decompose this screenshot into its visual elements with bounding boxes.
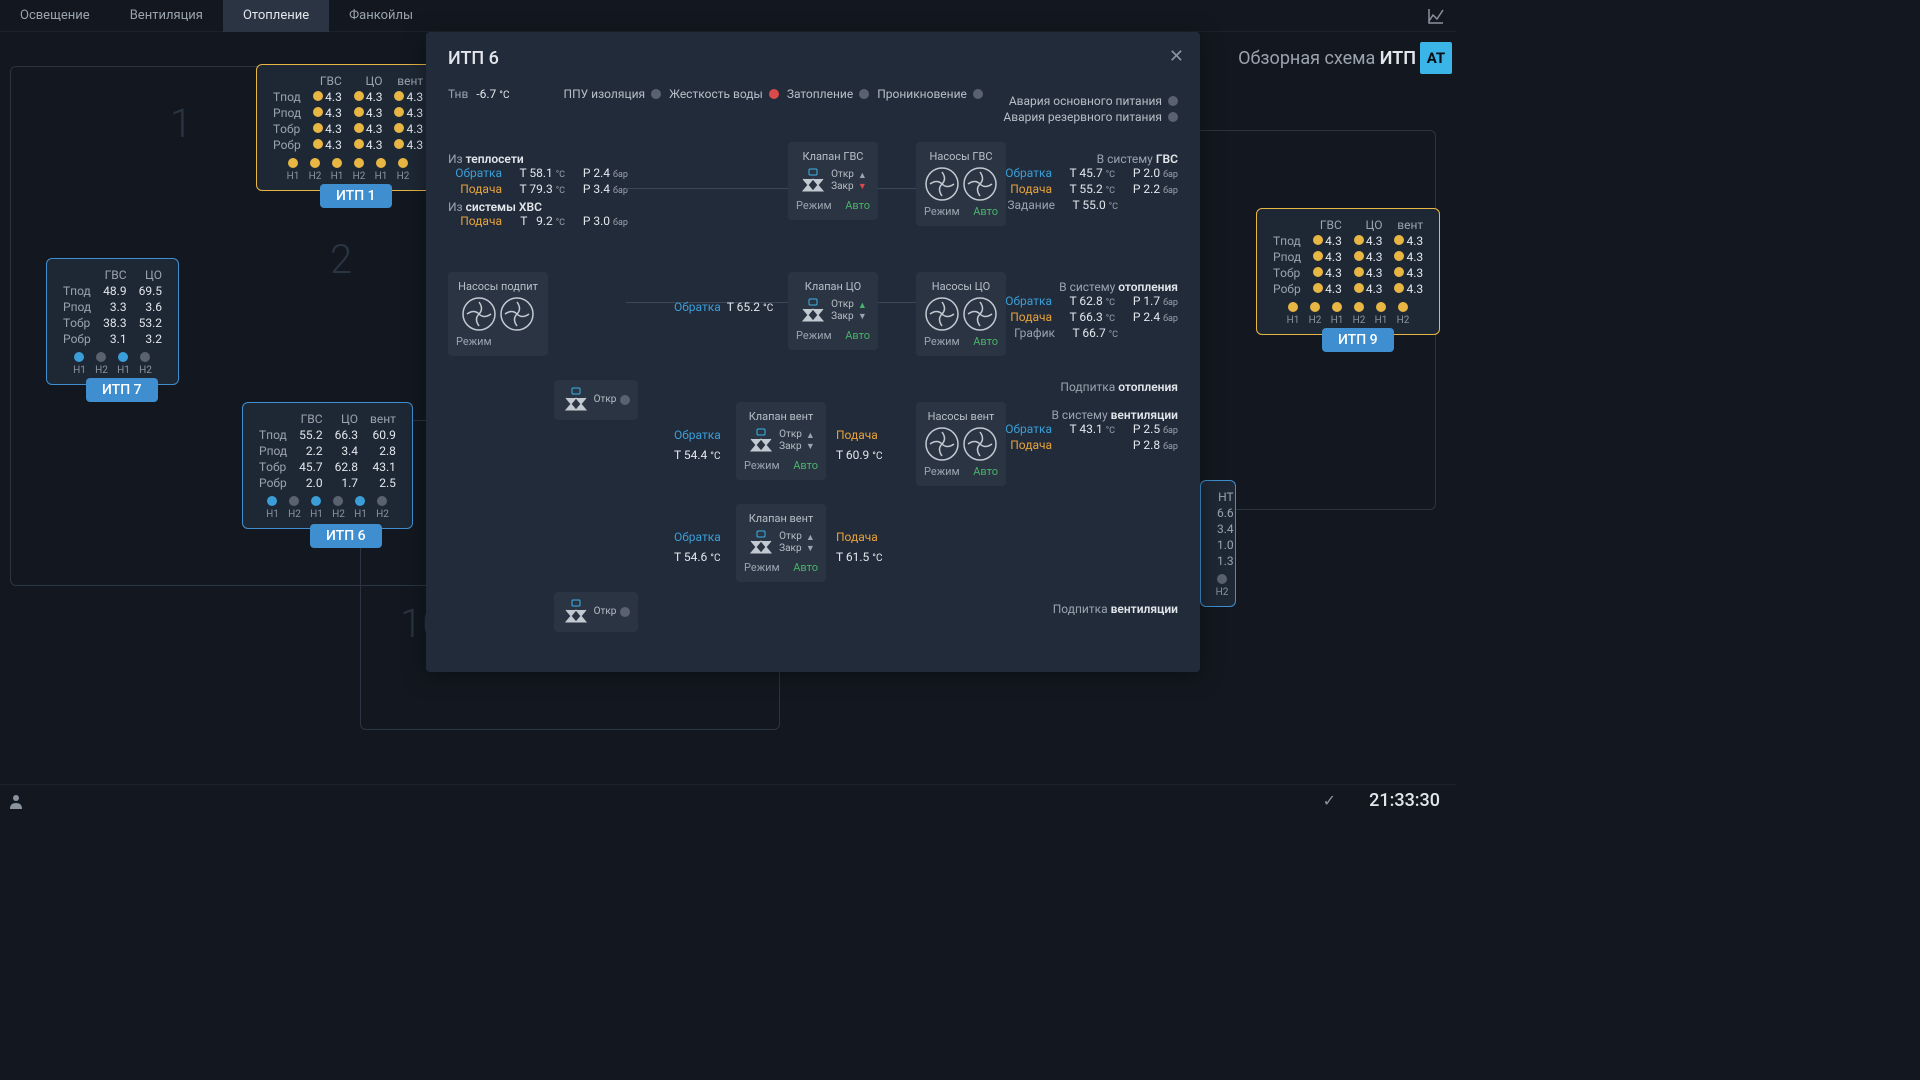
itp-nt-partial[interactable]: НТ 6.6 3.4 1.0 1.3 Н2 [1200, 480, 1236, 607]
zone-1: 1 [170, 100, 192, 147]
close-icon[interactable]: ✕ [1169, 46, 1184, 67]
valve-icon [747, 529, 775, 557]
itp6-modal: ИТП 6 ✕ Тнв -6.7 °C ППУ изоляция Жесткос… [426, 32, 1200, 672]
valve-open-2[interactable]: Откр [554, 592, 638, 632]
itp7-card[interactable]: ГВСЦО Tпод48.969.5 Pпод3.33.6 Tобр38.353… [46, 258, 179, 385]
fan-icon [925, 297, 959, 331]
zone-2: 2 [330, 236, 352, 283]
itp9-label[interactable]: ИТП 9 [1322, 328, 1394, 352]
valve-icon [799, 167, 827, 195]
makeup-vent: Подпитка вентиляции [1053, 602, 1178, 616]
valve-open-1[interactable]: Откр [554, 380, 638, 420]
itp9-card[interactable]: ГВСЦОвент Tпод4.34.34.3 Pпод4.34.34.3 Tо… [1256, 208, 1440, 335]
output-co: В систему отопления Обратка T 62.8 °C P … [998, 280, 1178, 342]
pump-co[interactable]: Насосы ЦО РежимАвто [916, 272, 1006, 356]
valve-co[interactable]: Клапан ЦО ОткрЗакр ▲▼ РежимАвто [788, 272, 878, 350]
pump-vent[interactable]: Насосы вент РежимАвто [916, 402, 1006, 486]
valve-vent-2[interactable]: Клапан вент ОткрЗакр ▲▼ РежимАвто [736, 504, 826, 582]
output-gvs: В систему ГВС Обратка T 45.7 °C P 2.0 ба… [998, 152, 1178, 214]
top-tabs: Освещение Вентиляция Отопление Фанкойлы [0, 0, 1456, 32]
fan-icon [963, 297, 997, 331]
fan-icon [963, 167, 997, 201]
co-obr: Обратка T 65.2 °C [674, 300, 773, 314]
pump-makeup[interactable]: Насосы подпит Режим [448, 272, 548, 356]
valve-icon [562, 386, 590, 414]
check-icon[interactable]: ✓ [1323, 791, 1336, 810]
vent1-pod: Подача T 60.9 °C [836, 428, 883, 462]
itp1-label[interactable]: ИТП 1 [320, 184, 392, 208]
itp6-label[interactable]: ИТП 6 [310, 524, 382, 548]
user-icon[interactable] [0, 785, 32, 817]
chart-icon[interactable] [1424, 4, 1448, 28]
vent1-obr: Обратка T 54.4 °C [674, 428, 721, 462]
itp6-card[interactable]: ГВСЦОвент Tпод55.266.360.9 Pпод2.23.42.8… [242, 402, 413, 529]
tab-heating[interactable]: Отопление [223, 0, 329, 32]
makeup-heat: Подпитка отопления [1060, 380, 1178, 394]
fan-icon [462, 297, 496, 331]
valve-gvs[interactable]: Клапан ГВС ОткрЗакр ▲▼ РежимАвто [788, 142, 878, 220]
vent2-obr: Обратка T 54.6 °C [674, 530, 721, 564]
tab-lighting[interactable]: Освещение [0, 0, 110, 32]
source-heat: Из теплосети Обратка T 58.1 °C P 2.4 бар… [448, 152, 628, 230]
alarm-right: Авария основного питания Авария резервно… [1003, 94, 1178, 126]
modal-title: ИТП 6 [448, 48, 1178, 69]
valve-icon [562, 598, 590, 626]
valve-icon [799, 297, 827, 325]
itp7-label[interactable]: ИТП 7 [86, 378, 158, 402]
fan-icon [925, 427, 959, 461]
tab-fancoils[interactable]: Фанкойлы [329, 0, 433, 32]
fan-icon [963, 427, 997, 461]
fan-icon [500, 297, 534, 331]
bottombar: ✓ 21:33:30 [0, 784, 1456, 816]
clock: 21:33:30 [1369, 790, 1440, 811]
fan-icon [925, 167, 959, 201]
valve-icon [747, 427, 775, 455]
output-vent: В систему вентиляции Обратка T 43.1 °C P… [998, 408, 1178, 454]
valve-vent-1[interactable]: Клапан вент ОткрЗакр ▲▼ РежимАвто [736, 402, 826, 480]
tab-ventilation[interactable]: Вентиляция [110, 0, 223, 32]
vent2-pod: Подача T 61.5 °C [836, 530, 883, 564]
itp1-card[interactable]: ГВСЦОвент Tпод4.34.34.3 Pпод4.34.34.3 Tо… [256, 64, 440, 191]
pump-gvs[interactable]: Насосы ГВС РежимАвто [916, 142, 1006, 226]
